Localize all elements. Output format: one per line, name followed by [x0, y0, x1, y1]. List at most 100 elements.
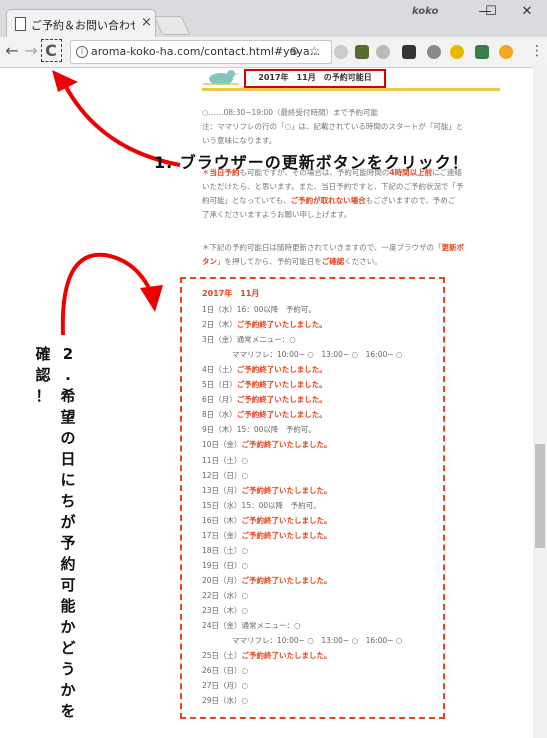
back-button[interactable]: ← — [4, 42, 20, 60]
same-day-note: ＊当日予約も可能ですが、その場合は、予約可能時間の4時間以上前にご連絡 いただけ… — [202, 166, 502, 222]
intro-line: 注：ママリフレの行の「○」は、記載されている時間のスタートが「可能」と — [202, 122, 464, 131]
schedule-row: 23日（木）○ — [202, 605, 248, 616]
schedule-status: ご予約終了いたしました。 — [241, 485, 332, 495]
intro-line: いう意味になります。 — [202, 136, 277, 145]
extension-icon-8[interactable] — [499, 45, 513, 59]
schedule-date: 18日（土）○ — [202, 545, 249, 555]
annotation-char: か — [60, 681, 76, 699]
annotation-char: ち — [60, 492, 76, 510]
tab-close-icon[interactable]: × — [141, 15, 152, 30]
note-text: 約可能」となっていても、 — [202, 196, 291, 205]
schedule-date: 5日（日） — [202, 380, 237, 390]
extension-icon-1[interactable] — [334, 45, 348, 59]
schedule-row: 4日（土）ご予約終了いたしました。 — [202, 364, 327, 375]
schedule-date: ママリフレ：10:00~ ○ 13:00~ ○ 16:00~ ○ — [202, 350, 403, 360]
annotation-char: が — [60, 513, 76, 531]
schedule-row: 12日（日）○ — [202, 470, 248, 481]
step2-annotation-confirm: 確認 ！ — [34, 344, 52, 407]
schedule-row: 3日（金）通常メニュー：○ — [202, 334, 296, 345]
schedule-date: 22日（水）○ — [202, 590, 249, 600]
annotation-char: 約 — [60, 555, 76, 573]
bookmark-star-icon[interactable]: ☆ — [309, 44, 320, 58]
extension-icon-2[interactable] — [355, 45, 369, 59]
profile-name[interactable]: koko — [412, 6, 438, 17]
schedule-date: 26日（日）○ — [202, 666, 249, 676]
extension-icon-5[interactable] — [427, 45, 441, 59]
schedule-date: 23日（木）○ — [202, 606, 249, 615]
annotation-char: 日 — [60, 450, 76, 468]
schedule-date: 15日（水）15：00以降 予約可。 — [202, 500, 321, 510]
annotation-char: ！ — [35, 387, 51, 405]
schedule-row: 10日（金）ご予約終了いたしました。 — [202, 439, 332, 450]
note-text: ＊下記の予約可能日は随時更新されていきますので、一度ブラウザの「 — [202, 243, 442, 252]
forward-button[interactable]: → — [23, 42, 39, 60]
schedule-date: 20日（月） — [202, 575, 242, 585]
schedule-date: 27日（月）○ — [202, 681, 249, 691]
schedule-row: 18日（土）○ — [202, 545, 248, 556]
annotation-char: う — [60, 660, 76, 678]
schedule-row: 22日（水）○ — [202, 590, 248, 601]
new-tab-button[interactable] — [153, 16, 191, 35]
schedule-date: ママリフレ：10:00~ ○ 13:00~ ○ 16:00~ ○ — [202, 636, 403, 646]
annotation-char: 2 — [62, 345, 74, 363]
schedule-date: 8日（水） — [202, 410, 237, 420]
note-text: 」を押してから、予約可能日を — [217, 257, 322, 266]
annotation-char: 認 — [35, 366, 51, 384]
annotation-char: ど — [60, 639, 76, 657]
schedule-status: ご予約終了いたしました。 — [241, 440, 332, 450]
annotation-char: の — [60, 429, 76, 447]
step2-annotation: 2.希望の日にちが予約可能かどうかを — [59, 344, 77, 722]
browser-tab[interactable]: ご予約＆お問い合わせ ア × — [6, 9, 156, 38]
schedule-heading: 2017年 11月 — [202, 289, 260, 298]
scrollbar-track[interactable] — [533, 67, 547, 738]
schedule-status: ご予約終了いたしました。 — [236, 380, 327, 390]
schedule-date: 6日（月） — [202, 395, 237, 405]
document-icon — [15, 17, 26, 31]
reload-highlight-box — [41, 39, 62, 62]
note-text: もございますので、予めご — [365, 196, 456, 205]
schedule-row: 11日（土）○ — [202, 455, 248, 466]
annotation-char: 希 — [60, 387, 76, 405]
schedule-row: 13日（月）ご予約終了いたしました。 — [202, 485, 332, 496]
schedule-status: ご予約終了いたしました。 — [236, 365, 327, 375]
schedule-date: 11日（土）○ — [202, 455, 249, 465]
schedule-date: 12日（日）○ — [202, 470, 249, 480]
annotation-char: 能 — [60, 597, 76, 615]
update-note: ＊下記の予約可能日は随時更新されていきますので、一度ブラウザの「更新ボ タン」を… — [202, 241, 502, 269]
annotation-char: 確 — [35, 345, 51, 363]
title-bar: ご予約＆お問い合わせ ア × koko — ☐ ✕ — [0, 0, 547, 38]
page-title-box: 2017年 11月 の予約可能日 — [244, 69, 386, 88]
info-icon[interactable]: i — [76, 46, 88, 58]
note-emphasis: ご予約が取れない場合 — [290, 196, 366, 205]
schedule-status: ご予約終了いたしました。 — [241, 515, 332, 525]
arrow-to-schedule — [60, 252, 163, 336]
intro-text: ○……08:30~19:00（最終受付時間）まで予約可能 注：ママリフレの行の「… — [202, 106, 502, 148]
extension-icon-6[interactable] — [450, 45, 464, 59]
schedule-date: 17日（金） — [202, 530, 242, 540]
extension-icon-7[interactable] — [475, 45, 489, 59]
extension-icon-4[interactable] — [402, 45, 416, 59]
note-emphasis: ご確認 — [321, 257, 345, 266]
schedule-date: 24日（金）通常メニュー：○ — [202, 621, 301, 631]
maximize-icon: ☐ — [485, 4, 497, 19]
schedule-status: ご予約終了いたしました。 — [241, 651, 332, 661]
menu-icon[interactable]: ⋮ — [530, 43, 544, 59]
annotation-char: . — [65, 366, 71, 384]
url-text[interactable]: aroma-koko-ha.com/contact.html#yoya... — [91, 45, 320, 58]
extension-icon-3[interactable] — [376, 45, 390, 59]
schedule-date: 4日（土） — [202, 365, 237, 375]
annotation-char: に — [60, 471, 76, 489]
zoom-icon[interactable]: ⊕ — [289, 44, 299, 58]
step1-annotation: 1. ブラウザーの更新ボタンをクリック！ — [154, 153, 469, 172]
schedule-date: 9日（木）15：00以降 予約可。 — [202, 425, 316, 435]
scrollbar-thumb[interactable] — [535, 444, 545, 548]
schedule-status: ご予約終了いたしました。 — [236, 395, 327, 405]
schedule-date: 19日（日）○ — [202, 560, 249, 570]
close-window-button[interactable]: ✕ — [512, 2, 542, 22]
schedule-date: 16日（木） — [202, 515, 242, 525]
divider — [202, 88, 500, 91]
schedule-date: 29日（水）○ — [202, 696, 249, 706]
schedule-row: 25日（土）ご予約終了いたしました。 — [202, 650, 332, 661]
page-title: 2017年 11月 の予約可能日 — [258, 73, 372, 82]
schedule-row: 17日（金）ご予約終了いたしました。 — [202, 530, 332, 541]
